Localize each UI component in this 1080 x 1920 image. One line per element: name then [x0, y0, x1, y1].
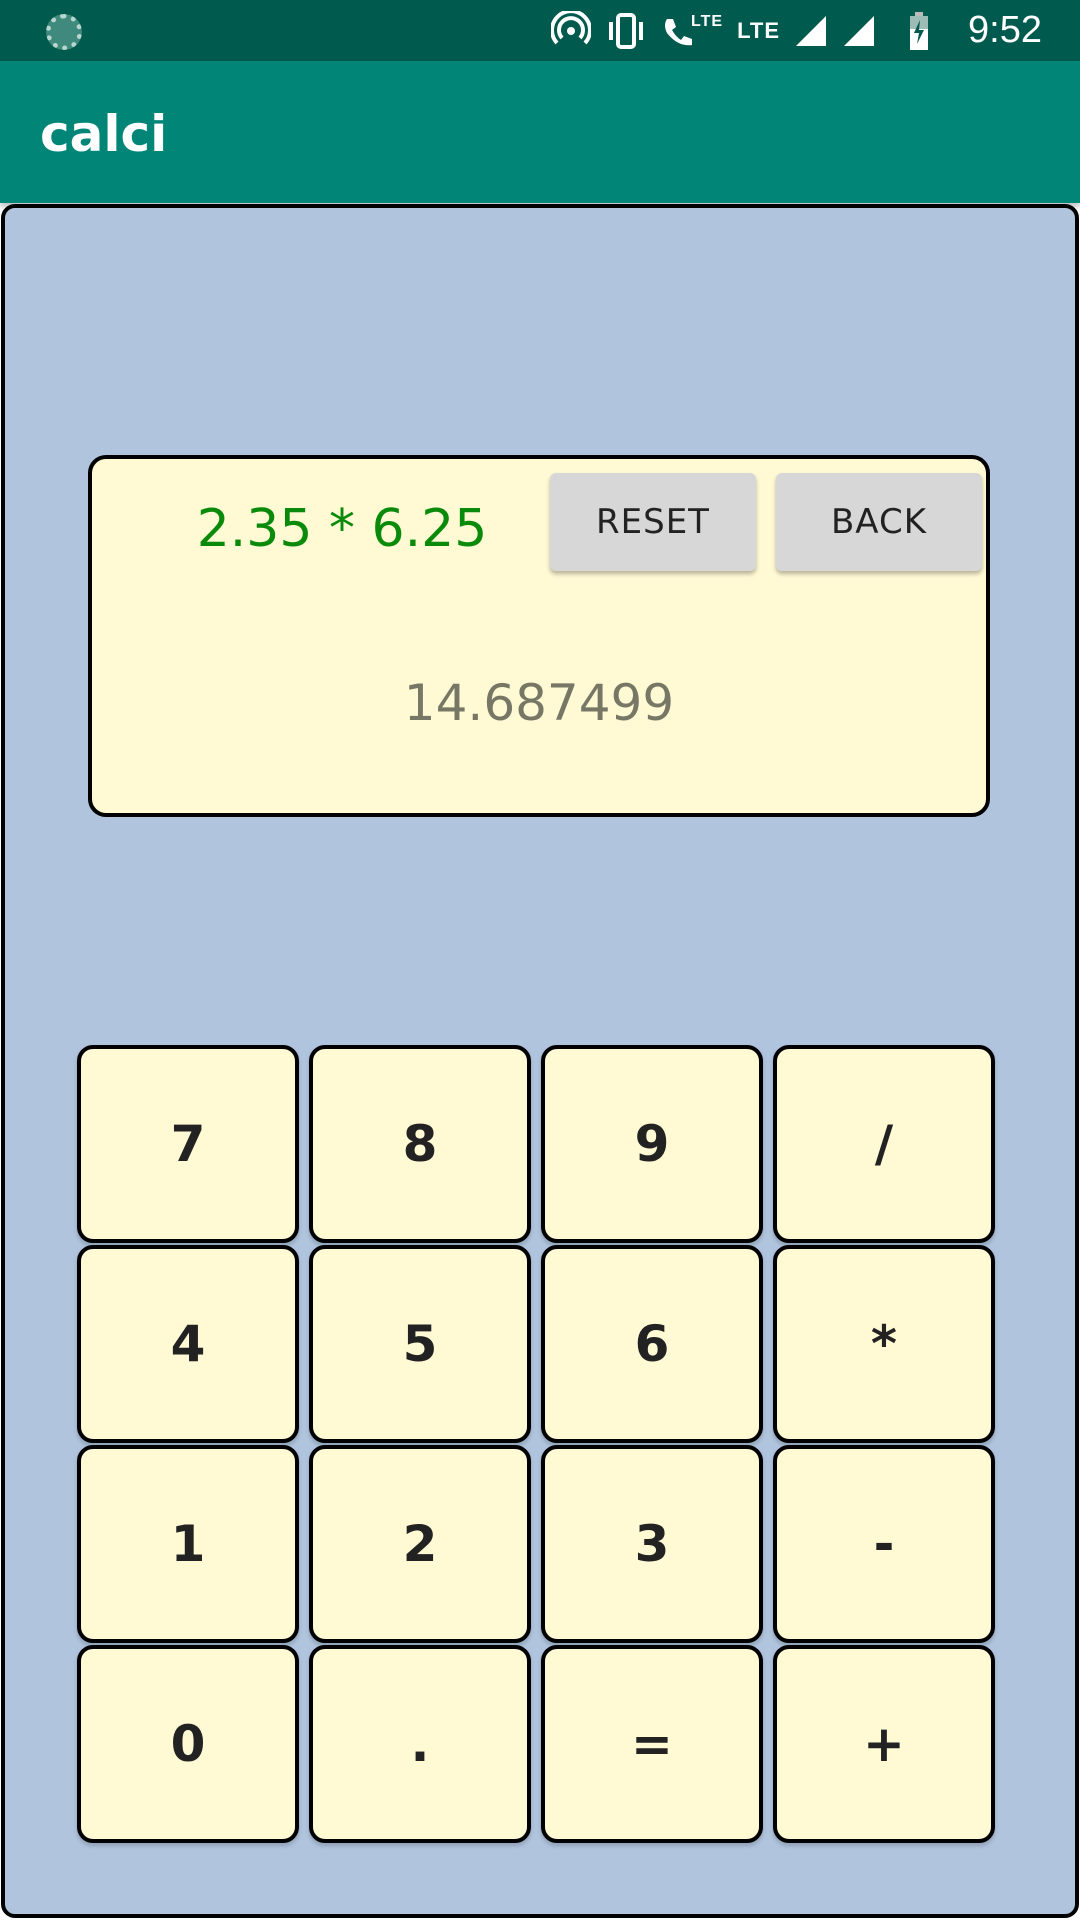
key-3[interactable]: 3: [541, 1445, 763, 1643]
key-6[interactable]: 6: [541, 1245, 763, 1443]
display-card: 2.35 * 6.25 RESET BACK 14.687499: [88, 455, 990, 817]
app-title: calci: [40, 105, 168, 163]
lte-label: LTE: [737, 18, 780, 43]
key-divide[interactable]: /: [773, 1045, 995, 1243]
signal-icon: [794, 14, 828, 48]
key-1[interactable]: 1: [77, 1445, 299, 1643]
key-add[interactable]: +: [773, 1645, 995, 1843]
signal-icon: [842, 14, 876, 48]
status-bar: LTE LTE 9:52: [0, 0, 1080, 61]
key-9[interactable]: 9: [541, 1045, 763, 1243]
key-5[interactable]: 5: [309, 1245, 531, 1443]
app-bar: calci: [0, 61, 1080, 203]
key-8[interactable]: 8: [309, 1045, 531, 1243]
vibrate-icon: [605, 11, 647, 51]
status-icons: LTE LTE: [551, 6, 930, 56]
key-decimal[interactable]: .: [309, 1645, 531, 1843]
key-2[interactable]: 2: [309, 1445, 531, 1643]
reset-button[interactable]: RESET: [550, 473, 756, 571]
key-multiply[interactable]: *: [773, 1245, 995, 1443]
battery-charging-icon: [908, 11, 930, 51]
hotspot-icon: [551, 11, 592, 51]
back-button[interactable]: BACK: [776, 473, 982, 571]
key-0[interactable]: 0: [77, 1645, 299, 1843]
result-display: 14.687499: [403, 674, 675, 732]
sync-icon: [46, 14, 82, 50]
expression-display: 2.35 * 6.25: [196, 499, 488, 559]
key-subtract[interactable]: -: [773, 1445, 995, 1643]
lte-label: LTE: [691, 13, 724, 30]
keypad: 7 8 9 / 4 5 6 * 1 2 3 - 0 . = +: [77, 1045, 997, 1845]
key-4[interactable]: 4: [77, 1245, 299, 1443]
key-7[interactable]: 7: [77, 1045, 299, 1243]
call-lte-icon: LTE: [661, 13, 723, 49]
clock: 9:52: [968, 9, 1042, 51]
key-equals[interactable]: =: [541, 1645, 763, 1843]
